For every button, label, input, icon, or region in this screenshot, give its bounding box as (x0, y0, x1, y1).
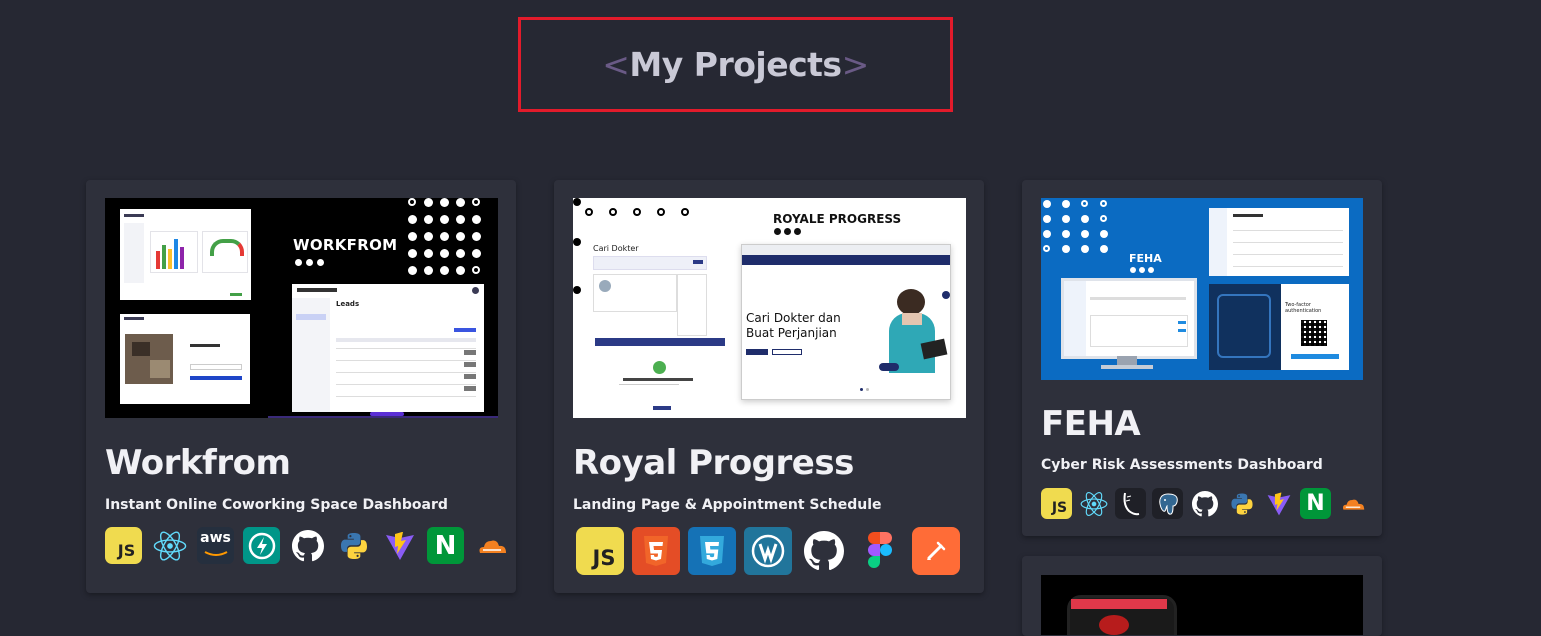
thumb-risk-table (1209, 208, 1349, 276)
react-icon (151, 527, 188, 564)
open-bracket: < (602, 45, 630, 84)
github-icon (1189, 488, 1220, 519)
thumb-monitor (1061, 278, 1197, 359)
vite-icon (1263, 488, 1294, 519)
github-icon (800, 527, 848, 575)
python-icon (1226, 488, 1257, 519)
project-subtitle-royal-progress: Landing Page & Appointment Schedule (573, 497, 882, 513)
tech-stack-workfrom: JS aws N (105, 527, 510, 564)
tech-stack-feha: JS N (1041, 488, 1368, 519)
project-subtitle-workfrom: Instant Online Coworking Space Dashboard (105, 497, 448, 513)
project-title-feha: FEHA (1041, 404, 1141, 444)
project-card-royal-progress[interactable]: Cari Dokter ROYALE PROGRESS Cari Dokter … (554, 180, 984, 593)
python-icon (335, 527, 372, 564)
project-subtitle-feha: Cyber Risk Assessments Dashboard (1041, 457, 1323, 473)
thumb-brand-dots (1130, 267, 1154, 273)
thumb-login-window (120, 314, 250, 404)
thumb-dashboard-window (120, 209, 251, 300)
thumb-brand-feha: FEHA (1129, 252, 1162, 265)
project-card-partial[interactable] (1022, 556, 1382, 636)
thumb-brand-royal: ROYALE PROGRESS (773, 212, 902, 226)
thumb-dot-pattern (1043, 200, 1119, 253)
tech-stack-royal-progress: JS (576, 527, 960, 575)
nginx-icon: N (427, 527, 464, 564)
github-icon (289, 527, 326, 564)
project-card-workfrom[interactable]: WORKFROM Leads Workfrom Instant Online C… (86, 180, 516, 593)
css3-icon (688, 527, 736, 575)
project-card-feha[interactable]: FEHA Two-factor authentication FEHA Cybe… (1022, 180, 1382, 536)
thumb-hero-text: Cari Dokter dan Buat Perjanjian (746, 311, 841, 340)
fastapi-icon (243, 527, 280, 564)
section-title: <My Projects> (602, 45, 870, 84)
javascript-icon: JS (576, 527, 624, 575)
cloudflare-icon (1337, 488, 1368, 519)
postman-icon (912, 527, 960, 575)
nginx-icon: N (1300, 488, 1331, 519)
postgresql-icon (1152, 488, 1183, 519)
cloudflare-icon (473, 527, 510, 564)
html5-icon (632, 527, 680, 575)
react-icon (1078, 488, 1109, 519)
project-title-workfrom: Workfrom (105, 443, 291, 483)
thumb-brand-dots (295, 259, 324, 266)
project-thumbnail-feha[interactable]: FEHA Two-factor authentication (1041, 198, 1363, 380)
thumb-ring-pattern (585, 208, 705, 216)
thumb-auth-window: Two-factor authentication (1209, 284, 1349, 370)
aws-icon: aws (197, 527, 234, 564)
close-bracket: > (841, 45, 870, 84)
thumb-leads-window: Leads (292, 284, 484, 412)
figma-icon (856, 527, 904, 575)
thumb-dot-pattern (408, 198, 488, 275)
thumb-side-heading: Cari Dokter (593, 244, 639, 253)
project-thumbnail-workfrom[interactable]: WORKFROM Leads (105, 198, 498, 418)
thumb-leads-heading: Leads (336, 300, 360, 308)
thumb-auth-text: Two-factor authentication (1285, 302, 1322, 314)
section-heading-box: <My Projects> (518, 17, 953, 112)
project-thumbnail-partial[interactable] (1041, 575, 1363, 635)
project-title-royal-progress: Royal Progress (573, 443, 854, 483)
thumb-brand-dots (774, 228, 801, 235)
javascript-icon: JS (1041, 488, 1072, 519)
javascript-icon: JS (105, 527, 142, 564)
flask-icon (1115, 488, 1146, 519)
thumb-brand-workfrom: WORKFROM (293, 236, 398, 254)
thumb-browser-window: Cari Dokter dan Buat Perjanjian (741, 244, 951, 400)
project-thumbnail-royal-progress[interactable]: Cari Dokter ROYALE PROGRESS Cari Dokter … (573, 198, 966, 418)
vite-icon (381, 527, 418, 564)
section-title-text: My Projects (629, 45, 842, 84)
wordpress-icon (744, 527, 792, 575)
